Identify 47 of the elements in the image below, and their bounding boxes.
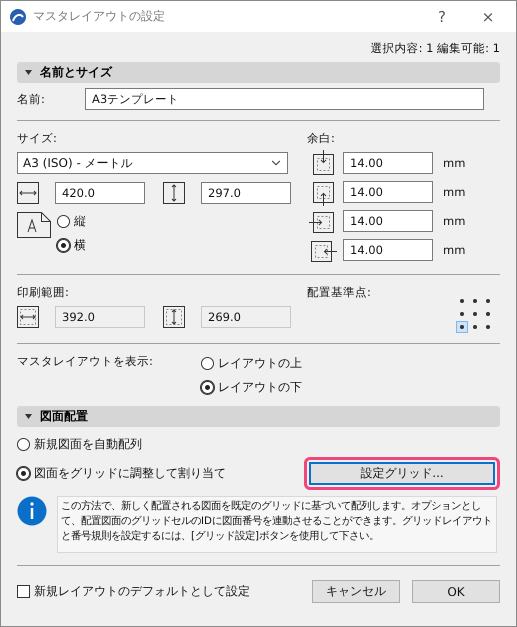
unit-label: mm	[443, 184, 466, 198]
close-button[interactable]: ×	[468, 8, 508, 26]
radio-button[interactable]: 縦	[57, 212, 86, 230]
app-logo-icon	[9, 8, 27, 26]
radio-button[interactable]: 図面をグリッドに調整して割り当て	[17, 464, 226, 482]
collapse-triangle-icon	[25, 414, 32, 419]
margin-field[interactable]: 14.00	[343, 210, 433, 232]
section-header[interactable]: 名前とサイズ	[17, 62, 500, 83]
height-icon	[163, 182, 185, 204]
info-icon	[17, 496, 47, 526]
radio-button[interactable]: レイアウトの上	[201, 354, 302, 372]
collapse-triangle-icon	[25, 70, 32, 75]
width-icon	[17, 182, 39, 204]
selection-summary: 選択内容: 1 編集可能: 1	[370, 41, 500, 56]
size-dropdown[interactable]: A3 (ISO) - メートル	[17, 152, 288, 174]
margin-field[interactable]: 14.00	[343, 238, 433, 260]
help-button[interactable]: ?	[422, 8, 462, 26]
print-area-label: 印刷範囲:	[17, 285, 70, 300]
name-label: 名前:	[17, 92, 46, 106]
radio-button[interactable]: 新規図面を自動配列	[17, 435, 142, 453]
print-width-field[interactable]: 392.0	[55, 306, 145, 328]
margin-field[interactable]: 14.00	[343, 152, 433, 174]
radio-button[interactable]: 横	[57, 236, 86, 254]
info-text: この方法で、新しく配置される図面を既定のグリッドに基づいて配列します。オプションとして、配置図面のグリッドセルのIDに図面番号を連動させることができます。グリッドレイアウトと番号規則を設定するには、[グリッド設定]ボタンを使用して下さい。	[57, 496, 497, 553]
print-width-icon	[17, 306, 39, 328]
name-field[interactable]: A3テンプレート	[85, 88, 484, 110]
ok-button[interactable]: OK	[412, 580, 500, 603]
section-header[interactable]: 図面配置	[17, 406, 500, 427]
grid-settings-button[interactable]: 設定グリッド...	[309, 462, 495, 485]
paper-orientation-icon	[17, 212, 51, 238]
height-field[interactable]: 297.0	[201, 182, 291, 204]
margins-label: 余白:	[307, 131, 336, 146]
print-height-icon	[163, 306, 185, 328]
unit-label: mm	[443, 214, 466, 228]
window-title: マスタレイアウトの設定	[33, 8, 166, 25]
display-label: マスタレイアウトを表示:	[17, 354, 154, 369]
width-field[interactable]: 420.0	[55, 182, 145, 204]
radio-button[interactable]: レイアウトの下	[201, 378, 302, 396]
anchor-label: 配置基準点:	[307, 285, 372, 300]
margin-field[interactable]: 14.00	[343, 180, 433, 202]
unit-label: mm	[443, 242, 466, 256]
unit-label: mm	[443, 156, 466, 170]
anchor-point[interactable]	[456, 321, 468, 333]
checkbox[interactable]: 新規レイアウトのデフォルトとして設定	[17, 582, 250, 600]
cancel-button[interactable]: キャンセル	[312, 580, 400, 603]
print-height-field[interactable]: 269.0	[201, 306, 291, 328]
size-label: サイズ:	[17, 131, 58, 146]
